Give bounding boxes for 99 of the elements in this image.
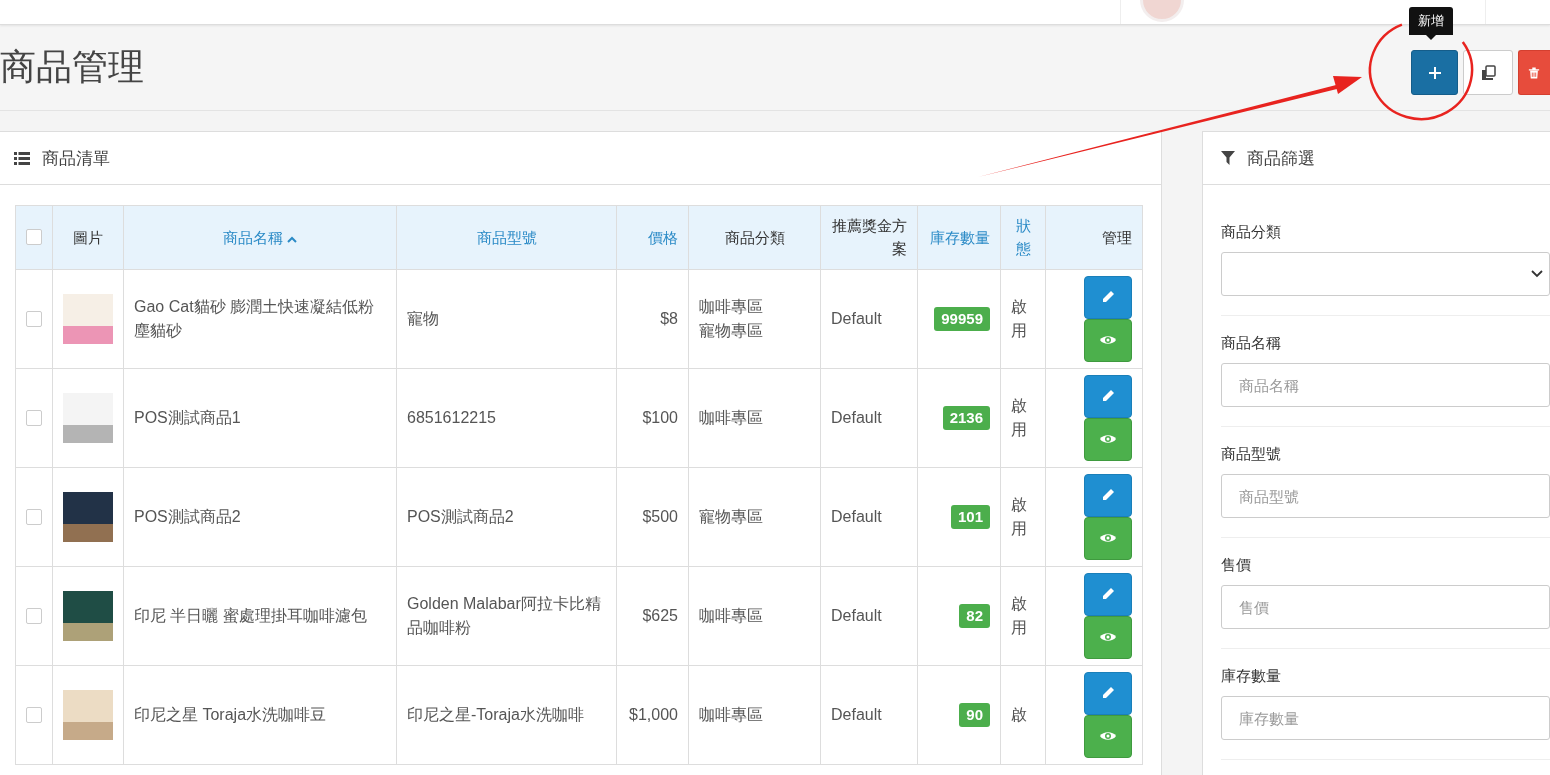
- edit-button[interactable]: [1084, 473, 1132, 517]
- edit-button[interactable]: [1084, 671, 1132, 715]
- photo-placeholder: [63, 293, 113, 344]
- row-checkbox[interactable]: [26, 409, 42, 426]
- row-checkbox[interactable]: [26, 310, 42, 327]
- eye-icon: [1099, 532, 1117, 544]
- eye-icon: [1099, 334, 1117, 346]
- table-cell: Default: [820, 467, 918, 566]
- field-label: 商品分類: [1221, 223, 1281, 242]
- photo-placeholder: [63, 590, 113, 641]
- table-cell: POS測試商品2: [396, 467, 617, 566]
- stock-badge: 101: [950, 504, 990, 529]
- photo-placeholder: [63, 689, 113, 740]
- stock-badge: 90: [959, 702, 990, 727]
- panel-title: 商品清單: [42, 147, 110, 170]
- column-header[interactable]: 商品型號: [396, 205, 617, 269]
- table-cell: Default: [820, 269, 918, 368]
- stock-badge: 99959: [934, 306, 990, 331]
- category-text: 咖啡專區: [699, 407, 763, 428]
- view-button[interactable]: [1084, 516, 1132, 560]
- column-header[interactable]: 狀態: [1000, 205, 1046, 269]
- category-text: 咖啡專區: [699, 296, 763, 317]
- row-checkbox[interactable]: [26, 508, 42, 525]
- copy-button[interactable]: [1463, 50, 1513, 95]
- column-header[interactable]: 商品名稱: [123, 205, 397, 269]
- table-cell: $625: [616, 566, 689, 665]
- add-button[interactable]: [1411, 50, 1458, 95]
- table-cell: 啟: [1000, 665, 1046, 764]
- photo-placeholder: [63, 491, 113, 542]
- edit-button[interactable]: [1084, 275, 1132, 319]
- table-cell: Golden Malabar阿拉卡比精品咖啡粉: [396, 566, 617, 665]
- view-button[interactable]: [1084, 417, 1132, 461]
- row-checkbox[interactable]: [26, 607, 42, 624]
- table-cell: 寵物: [396, 269, 617, 368]
- table-cell: $100: [616, 368, 689, 467]
- eye-icon: [1099, 730, 1117, 742]
- view-button[interactable]: [1084, 714, 1132, 758]
- view-button[interactable]: [1084, 615, 1132, 659]
- pencil-icon: [1101, 290, 1115, 304]
- input-field[interactable]: 售價: [1221, 585, 1550, 629]
- edit-button[interactable]: [1084, 374, 1132, 418]
- column-header[interactable]: 庫存數量: [917, 205, 1001, 269]
- eye-icon: [1099, 433, 1117, 445]
- plus-icon: [1427, 65, 1442, 80]
- category-text: 寵物專區: [699, 320, 763, 341]
- column-header: 商品分類: [688, 205, 821, 269]
- table-cell: Default: [820, 368, 918, 467]
- table-cell: 啟用: [1000, 467, 1046, 566]
- stock-badge: 2136: [942, 405, 990, 430]
- caret-up-icon: [287, 235, 298, 243]
- input-field[interactable]: 商品型號: [1221, 474, 1550, 518]
- input-field[interactable]: 庫存數量: [1221, 696, 1550, 740]
- field-label: 商品型號: [1221, 445, 1281, 464]
- list-icon: [14, 151, 30, 165]
- table-cell: 印尼 半日曬 蜜處理掛耳咖啡濾包: [123, 566, 397, 665]
- column-header[interactable]: 價格: [616, 205, 689, 269]
- trash-icon: [1528, 65, 1540, 80]
- pencil-icon: [1101, 686, 1115, 700]
- table-cell: 印尼之星-Toraja水洗咖啡: [396, 665, 617, 764]
- table-cell: POS測試商品2: [123, 467, 397, 566]
- page-title: 商品管理: [0, 45, 144, 89]
- column-header: 管理: [1045, 205, 1143, 269]
- chevron-down-icon: [1531, 270, 1543, 278]
- field-label: 庫存數量: [1221, 667, 1281, 686]
- pencil-icon: [1101, 488, 1115, 502]
- input-field[interactable]: 商品名稱: [1221, 363, 1550, 407]
- table-cell: Default: [820, 566, 918, 665]
- category-text: 咖啡專區: [699, 605, 763, 626]
- row-checkbox[interactable]: [26, 706, 42, 723]
- view-button[interactable]: [1084, 318, 1132, 362]
- photo-placeholder: [63, 392, 113, 443]
- category-text: 寵物專區: [699, 506, 763, 527]
- table-cell: 6851612215: [396, 368, 617, 467]
- table-cell: $8: [616, 269, 689, 368]
- stock-badge: 82: [959, 603, 990, 628]
- panel-title: 商品篩選: [1247, 147, 1315, 170]
- table-cell: Gao Cat貓砂 膨潤土快速凝結低粉塵貓砂: [123, 269, 397, 368]
- table-cell: $500: [616, 467, 689, 566]
- tooltip: 新增: [1409, 7, 1453, 40]
- edit-button[interactable]: [1084, 572, 1132, 616]
- field-label: 售價: [1221, 556, 1251, 575]
- table-cell: 啟用: [1000, 368, 1046, 467]
- filter-icon: [1221, 151, 1235, 165]
- copy-icon: [1480, 64, 1496, 81]
- table-cell: 印尼之星 Toraja水洗咖啡豆: [123, 665, 397, 764]
- column-header: 圖片: [52, 205, 124, 269]
- table-cell: $1,000: [616, 665, 689, 764]
- table-cell: POS測試商品1: [123, 368, 397, 467]
- table-cell: 啟用: [1000, 269, 1046, 368]
- pencil-icon: [1101, 587, 1115, 601]
- field-label: 商品名稱: [1221, 334, 1281, 353]
- category-text: 咖啡專區: [699, 704, 763, 725]
- eye-icon: [1099, 631, 1117, 643]
- select-all-checkbox[interactable]: [26, 229, 42, 246]
- pencil-icon: [1101, 389, 1115, 403]
- column-header: 推薦獎金方案: [820, 205, 918, 269]
- table-cell: Default: [820, 665, 918, 764]
- delete-button[interactable]: [1518, 50, 1550, 95]
- table-cell: 啟用: [1000, 566, 1046, 665]
